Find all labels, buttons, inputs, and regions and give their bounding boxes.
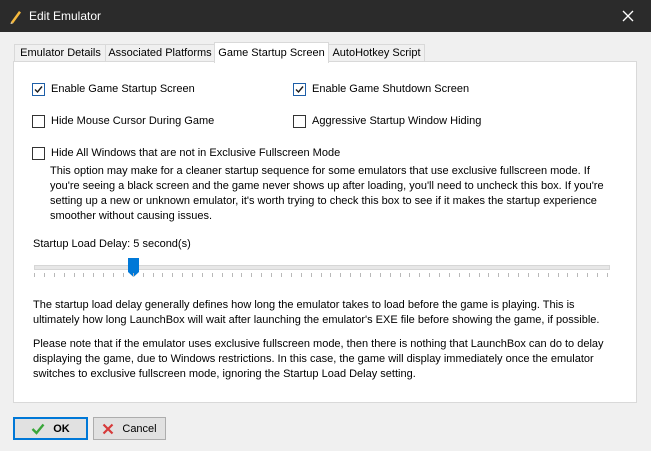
slider-tick [449, 273, 450, 277]
slider-tick [459, 273, 460, 277]
pencil-icon [10, 11, 21, 24]
slider-tick [251, 273, 252, 277]
slider-tick [133, 273, 134, 277]
ok-button[interactable]: OK [13, 417, 88, 440]
slider-tick [429, 273, 430, 277]
checkmark-icon [31, 423, 45, 435]
ok-label: OK [53, 422, 70, 435]
enable-shutdown-label: Enable Game Shutdown Screen [312, 83, 470, 95]
close-button[interactable] [605, 0, 651, 32]
slider-tick [64, 273, 65, 277]
checkbox-box[interactable] [293, 114, 306, 128]
slider-tick [577, 273, 578, 277]
startup-delay-slider-track[interactable] [34, 265, 610, 270]
slider-tick [518, 273, 519, 277]
hide-cursor-checkbox[interactable]: Hide Mouse Cursor During Game [32, 113, 214, 129]
slider-tick [360, 273, 361, 277]
slider-tick [232, 273, 233, 277]
slider-tick [83, 273, 84, 277]
tab-autohotkey-script[interactable]: AutoHotkey Script [328, 44, 425, 62]
slider-tick [597, 273, 598, 277]
slider-tick [330, 273, 331, 277]
checkbox-box[interactable] [32, 82, 45, 96]
window-title: Edit Emulator [29, 9, 102, 23]
tab-emulator-details[interactable]: Emulator Details [14, 44, 107, 62]
slider-tick [54, 273, 55, 277]
slider-tick [350, 273, 351, 277]
slider-tick [281, 273, 282, 277]
slider-tick [34, 273, 35, 277]
slider-tick [548, 273, 549, 277]
enable-shutdown-checkbox[interactable]: Enable Game Shutdown Screen [293, 81, 469, 97]
checkbox-box[interactable] [32, 114, 45, 128]
slider-tick [508, 273, 509, 277]
checkmark-icon [295, 85, 304, 93]
slider-tick [153, 273, 154, 277]
delay-description-1: The startup load delay generally defines… [33, 299, 600, 326]
checkmark-icon [34, 85, 43, 93]
slider-tick [93, 273, 94, 277]
slider-tick [222, 273, 223, 277]
slider-tick [291, 273, 292, 277]
slider-tick [488, 273, 489, 277]
slider-tick [202, 273, 203, 277]
slider-tick [103, 273, 104, 277]
enable-startup-label: Enable Game Startup Screen [51, 83, 195, 95]
slider-tick [567, 273, 568, 277]
hide-windows-label: Hide All Windows that are not in Exclusi… [51, 147, 341, 159]
hide-windows-checkbox[interactable]: Hide All Windows that are not in Exclusi… [32, 145, 340, 161]
slider-tick [162, 273, 163, 277]
delay-description-2: Please note that if the emulator uses ex… [33, 338, 604, 380]
slider-tick [528, 273, 529, 277]
slider-tick [182, 273, 183, 277]
slider-tick [321, 273, 322, 277]
slider-tick [241, 273, 242, 277]
slider-tick [538, 273, 539, 277]
title-bar: Edit Emulator [0, 0, 651, 32]
slider-tick [340, 273, 341, 277]
slider-tick [311, 273, 312, 277]
close-icon [622, 10, 634, 22]
slider-tick [380, 273, 381, 277]
slider-tick [370, 273, 371, 277]
slider-tick [587, 273, 588, 277]
slider-tick [74, 273, 75, 277]
checkbox-box[interactable] [32, 146, 45, 160]
cancel-icon [103, 423, 114, 434]
slider-tick [113, 273, 114, 277]
slider-tick [479, 273, 480, 277]
cancel-label: Cancel [122, 422, 157, 435]
aggressive-hiding-checkbox[interactable]: Aggressive Startup Window Hiding [293, 113, 481, 129]
slider-tick [44, 273, 45, 277]
slider-ticks [34, 273, 608, 277]
slider-tick [192, 273, 193, 277]
slider-tick [271, 273, 272, 277]
slider-tick [123, 273, 124, 277]
slider-tick [409, 273, 410, 277]
slider-tick [212, 273, 213, 277]
startup-delay-label: Startup Load Delay: 5 second(s) [33, 238, 191, 250]
slider-tick [172, 273, 173, 277]
slider-tick [261, 273, 262, 277]
hide-cursor-label: Hide Mouse Cursor During Game [51, 115, 215, 127]
tab-game-startup-screen[interactable]: Game Startup Screen [214, 42, 329, 63]
checkbox-box[interactable] [293, 82, 306, 96]
hide-windows-description: This option may make for a cleaner start… [50, 165, 604, 222]
tab-associated-platforms[interactable]: Associated Platforms [105, 44, 215, 62]
slider-tick [419, 273, 420, 277]
slider-tick [390, 273, 391, 277]
slider-tick [143, 273, 144, 277]
slider-tick [498, 273, 499, 277]
slider-tick [469, 273, 470, 277]
aggressive-hiding-label: Aggressive Startup Window Hiding [312, 115, 482, 127]
slider-tick [400, 273, 401, 277]
enable-startup-checkbox[interactable]: Enable Game Startup Screen [32, 81, 195, 97]
slider-tick [439, 273, 440, 277]
cancel-button[interactable]: Cancel [93, 417, 166, 440]
slider-tick [558, 273, 559, 277]
tab-panel: Enable Game Startup Screen Enable Game S… [13, 61, 637, 403]
slider-tick [607, 273, 608, 277]
slider-tick [301, 273, 302, 277]
